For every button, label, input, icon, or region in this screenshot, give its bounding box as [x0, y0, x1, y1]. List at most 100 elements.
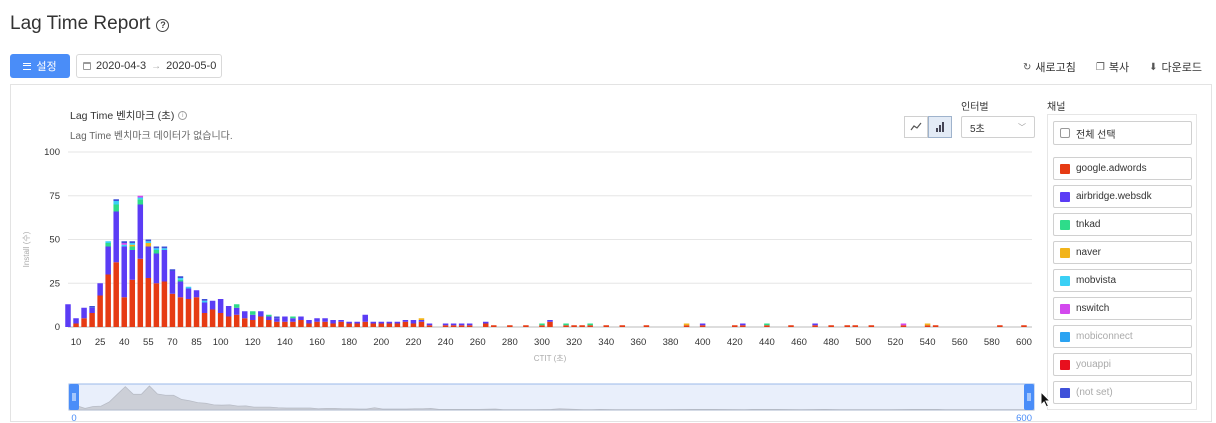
channel-color-swatch [1060, 359, 1070, 370]
channel-item[interactable]: naver [1053, 241, 1192, 264]
bar-segment [105, 274, 111, 327]
x-tick-label: 560 [952, 337, 968, 348]
bar-segment [121, 244, 127, 247]
bar-segment [105, 241, 111, 243]
bar-segment [932, 325, 939, 327]
channel-item-label: airbridge.websdk [1076, 191, 1152, 202]
x-tick-label: 440 [759, 337, 775, 348]
x-tick-label: 500 [855, 337, 871, 348]
copy-icon: ❐ [1095, 61, 1105, 73]
download-button[interactable]: ⬇ 다운로드 [1149, 59, 1202, 75]
channel-select-all-label: 전체 선택 [1076, 129, 1116, 141]
bar-segment [354, 321, 360, 324]
bar-segment [137, 258, 144, 327]
channel-item-label: mobiconnect [1076, 331, 1133, 342]
bar-segment [764, 323, 770, 326]
bar-segment [418, 318, 425, 320]
bar-segment [274, 318, 280, 322]
x-tick-label: 70 [167, 337, 178, 348]
x-tick-label: 85 [191, 337, 202, 348]
x-tick-label: 460 [791, 337, 807, 348]
channel-item[interactable]: google.adwords [1053, 157, 1192, 180]
channel-item[interactable]: youappi [1053, 353, 1192, 376]
bar-segment [177, 297, 184, 327]
bar-segment [482, 321, 489, 324]
bar-segment [1021, 325, 1027, 327]
bar-segment [145, 278, 152, 327]
bar-segment [290, 316, 296, 319]
bar-segment [217, 313, 224, 327]
channel-color-swatch [1060, 219, 1070, 230]
range-handle-left [69, 384, 79, 410]
bar-segment [81, 318, 87, 327]
bar-segment [683, 323, 690, 326]
bar-segment [129, 241, 136, 243]
channel-item[interactable]: airbridge.websdk [1053, 185, 1192, 208]
bar-segment [153, 250, 160, 254]
bar-segment [354, 323, 360, 327]
bar-segment [201, 313, 208, 327]
x-tick-label: 540 [920, 337, 936, 348]
bar-segment [121, 297, 127, 327]
bar-segment [314, 318, 320, 322]
channel-item-label: naver [1076, 247, 1102, 258]
bar-segment [306, 320, 312, 324]
channel-item[interactable]: mobvista [1053, 269, 1192, 292]
bar-segment [153, 246, 160, 249]
bar-segment [378, 323, 385, 327]
bar-segment [153, 283, 160, 327]
bar-segment [330, 323, 336, 327]
bar-segment [193, 297, 200, 327]
bar-segment [250, 314, 256, 320]
bar-segment [338, 321, 344, 327]
bar-segment [145, 239, 152, 242]
bar-segment [507, 325, 513, 327]
bar-segment [193, 290, 200, 298]
bar-segment [298, 320, 304, 327]
bar-segment [233, 307, 240, 315]
channel-item[interactable]: mobiconnect [1053, 325, 1192, 348]
x-tick-label: 160 [309, 337, 325, 348]
bar-segment [370, 321, 377, 324]
bar-segment [266, 314, 272, 317]
bar-segment [137, 197, 144, 200]
x-tick-label: 480 [823, 337, 839, 348]
bar-segment [298, 316, 304, 320]
bar-segment [426, 323, 433, 326]
channel-item[interactable]: (not set) [1053, 381, 1192, 404]
channel-select-all[interactable]: 전체 선택 [1053, 121, 1192, 145]
x-tick-label: 240 [438, 337, 454, 348]
bar-segment [619, 325, 626, 327]
bar-segment [113, 201, 119, 205]
channel-item[interactable]: nswitch [1053, 297, 1192, 320]
x-tick-label: 380 [663, 337, 679, 348]
copy-button[interactable]: ❐ 복사 [1096, 59, 1129, 75]
bar-segment [209, 309, 216, 327]
x-tick-label: 180 [341, 337, 357, 348]
bar-segment [258, 311, 264, 317]
x-tick-label: 300 [534, 337, 550, 348]
channel-item-label: google.adwords [1076, 163, 1147, 174]
bar-segment [844, 325, 850, 327]
bar-segment [539, 323, 545, 326]
channel-item[interactable]: tnkad [1053, 213, 1192, 236]
bar-segment [113, 199, 119, 201]
bar-segment [217, 299, 224, 313]
bar-segment [563, 323, 569, 326]
bar-segment [241, 311, 248, 319]
checkbox-icon[interactable] [1060, 128, 1070, 138]
bar-segment [732, 325, 738, 327]
bar-segment [338, 320, 344, 322]
bar-segment [402, 320, 409, 322]
copy-label: 복사 [1108, 62, 1130, 74]
bar-segment [579, 325, 585, 327]
bar-segment [346, 321, 352, 324]
bar-segment [258, 316, 264, 327]
bar-segment [65, 304, 71, 327]
bar-segment [523, 325, 529, 327]
mouse-cursor-icon [1040, 391, 1052, 408]
bar-segment [426, 325, 433, 327]
bar-segment [547, 320, 553, 322]
bar-segment [274, 316, 280, 319]
bar-segment [458, 323, 465, 326]
